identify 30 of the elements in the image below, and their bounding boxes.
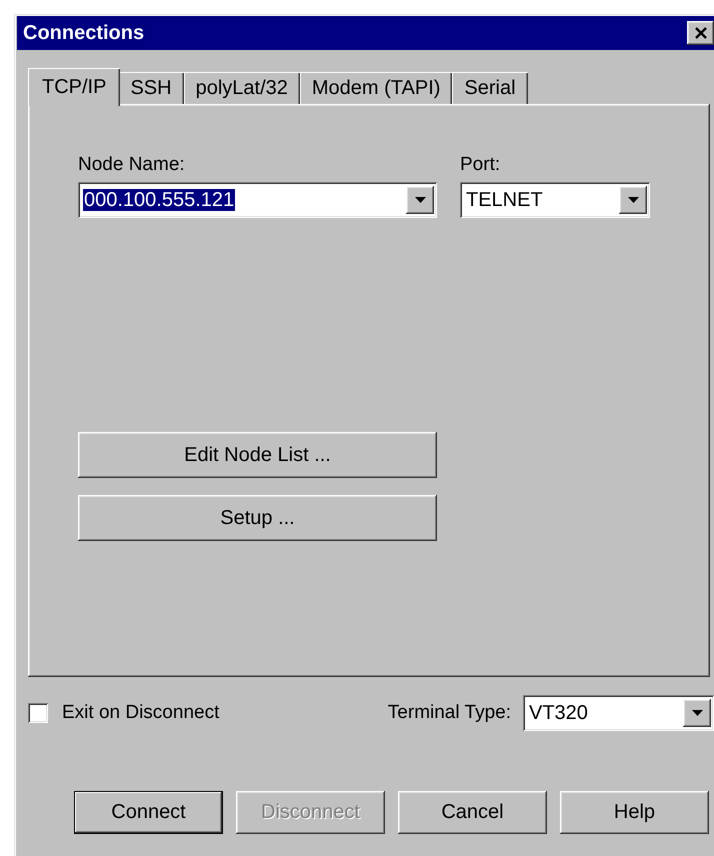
terminal-type-combo[interactable]: VT320 [523, 695, 714, 731]
node-name-label: Node Name: [78, 154, 186, 176]
dropdown-button[interactable] [619, 186, 647, 214]
port-combo[interactable]: TELNET [460, 182, 650, 218]
close-button[interactable] [687, 21, 714, 45]
tab[interactable]: TCP/IP [28, 68, 120, 106]
edit-node-list-button[interactable]: Edit Node List ... [78, 432, 437, 478]
dropdown-button[interactable] [406, 186, 434, 214]
exit-on-disconnect-checkbox[interactable] [28, 703, 48, 723]
dropdown-button[interactable] [683, 699, 711, 727]
dialog-button[interactable]: Help [560, 791, 709, 834]
caret-icon [628, 197, 638, 203]
combo-value: TELNET [465, 189, 544, 211]
tab[interactable]: SSH [118, 72, 184, 104]
close-icon [694, 27, 706, 39]
checkbox-label: Exit on Disconnect [62, 702, 220, 724]
caret-icon [692, 710, 702, 716]
tab[interactable]: Modem (TAPI) [300, 72, 452, 104]
setup-button[interactable]: Setup ... [78, 495, 437, 541]
tab[interactable]: Serial [452, 72, 528, 104]
caret-icon [414, 197, 426, 203]
terminal-type-label: Terminal Type: [388, 702, 511, 724]
tab[interactable]: polyLat/32 [184, 72, 300, 104]
port-label: Port: [460, 154, 502, 176]
dialog-button[interactable]: Connect [74, 791, 223, 834]
combo-value: VT320 [528, 702, 589, 724]
window-title: Connections [23, 22, 144, 44]
dialog-button[interactable]: Cancel [398, 791, 547, 834]
combo-value: 000.100.555.121 [83, 189, 236, 211]
node-name-combo[interactable]: 000.100.555.121 [78, 182, 437, 218]
